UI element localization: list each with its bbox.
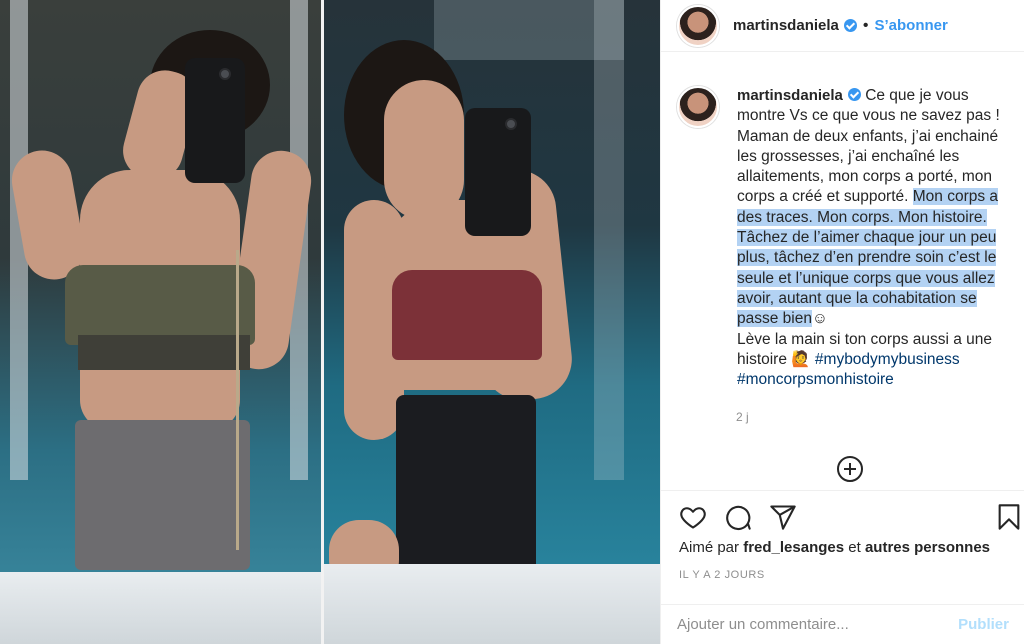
comment-icon[interactable] [724,503,752,531]
others-link[interactable]: autres personnes [865,539,990,556]
separator-dot: • [862,16,869,34]
likes-line: Aimé par fred_lesanges et autres personn… [679,539,990,556]
caption-username[interactable]: martinsdaniela [737,87,843,104]
caption: martinsdaniela Ce que je vous montre Vs … [677,86,1007,390]
hashtag-link[interactable]: #mybodymybusiness [815,351,960,368]
heart-icon[interactable] [679,503,707,531]
add-more-icon[interactable] [837,456,863,482]
hashtag-link[interactable]: #moncorpsmonhistoire [737,371,894,388]
caption-text: martinsdaniela Ce que je vous montre Vs … [737,86,1007,390]
photo-right-panel [324,0,660,644]
verified-icon [847,88,861,101]
posted-time[interactable]: IL Y A 2 JOURS [679,569,765,581]
post-username[interactable]: martinsdaniela [733,17,839,34]
avatar[interactable] [677,4,719,47]
caption-highlighted: Mon corps a des traces. Mon corps. Mon h… [737,188,999,328]
post-header: martinsdaniela • S’abonner [661,0,1024,52]
action-bar [661,490,1024,544]
post-side-panel: martinsdaniela • S’abonner martinsdaniel… [660,0,1024,644]
caption-time[interactable]: 2 j [736,410,749,424]
comment-bar: Publier [661,604,1024,644]
raised-hand-emoji: 🙋 [791,350,811,368]
smile-emoji: ☺ [811,310,828,328]
post-photo[interactable] [0,0,660,644]
verified-icon [843,19,857,32]
photo-left-panel [0,0,321,644]
bookmark-icon[interactable] [995,503,1023,531]
follow-button[interactable]: S’abonner [874,17,947,34]
likes-prefix: Aimé par [679,539,740,556]
likes-and: et [848,539,861,556]
liker-username[interactable]: fred_lesanges [743,539,844,556]
share-icon[interactable] [769,503,797,531]
caption-avatar[interactable] [677,86,719,128]
publish-button[interactable]: Publier [958,616,1009,633]
comment-input[interactable] [677,616,959,633]
